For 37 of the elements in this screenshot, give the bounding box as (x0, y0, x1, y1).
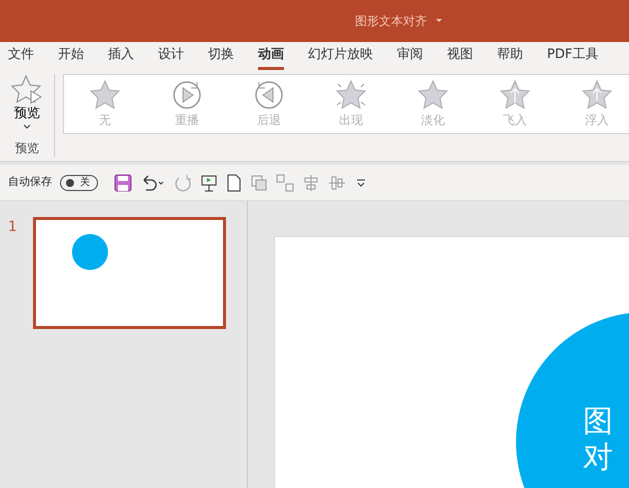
ribbon-tab[interactable]: 设计 (158, 45, 184, 70)
page-icon[interactable] (226, 174, 242, 192)
ungroup-icon (276, 174, 294, 192)
window-title: 图形文本对齐 (355, 13, 427, 30)
caret-icon[interactable] (435, 18, 443, 24)
star-burst-icon (335, 79, 367, 111)
slide-text: 图 对 (583, 404, 613, 476)
autosave-label: 自动保存 (8, 174, 52, 190)
star-icon (89, 79, 121, 111)
caret-icon (23, 124, 31, 130)
save-icon[interactable] (114, 174, 132, 192)
star-arrow-icon (581, 79, 613, 111)
align-center-icon (302, 174, 320, 192)
group-icon (250, 174, 268, 192)
distribute-icon (328, 174, 346, 192)
ribbon-tab[interactable]: 审阅 (397, 45, 423, 70)
ribbon-tab[interactable]: 开始 (58, 45, 84, 70)
back-icon (253, 79, 285, 111)
preview-button[interactable]: 预览 (11, 74, 43, 130)
ribbon-tab[interactable]: 文件 (8, 45, 34, 70)
ribbon-tab[interactable]: 切换 (208, 45, 234, 70)
star-play-icon (11, 74, 43, 104)
ribbon-tab[interactable]: 帮助 (497, 45, 523, 70)
ribbon-tab[interactable]: 幻灯片放映 (308, 45, 373, 70)
redo-icon (174, 174, 192, 192)
ribbon-tab[interactable]: 视图 (447, 45, 473, 70)
circle-shape (70, 233, 109, 271)
star-arrow-icon (499, 79, 531, 111)
autosave-toggle[interactable]: 关 (60, 174, 98, 190)
star-icon (417, 79, 449, 111)
slide-thumbnail[interactable] (32, 217, 226, 329)
ribbon-tab[interactable]: PDF工具 (547, 45, 598, 70)
replay-icon (171, 79, 203, 111)
presenter-icon[interactable] (200, 174, 218, 192)
ribbon-tab[interactable]: 插入 (108, 45, 134, 70)
slide-number: 1 (8, 218, 17, 237)
group-label: 预览 (15, 140, 39, 157)
